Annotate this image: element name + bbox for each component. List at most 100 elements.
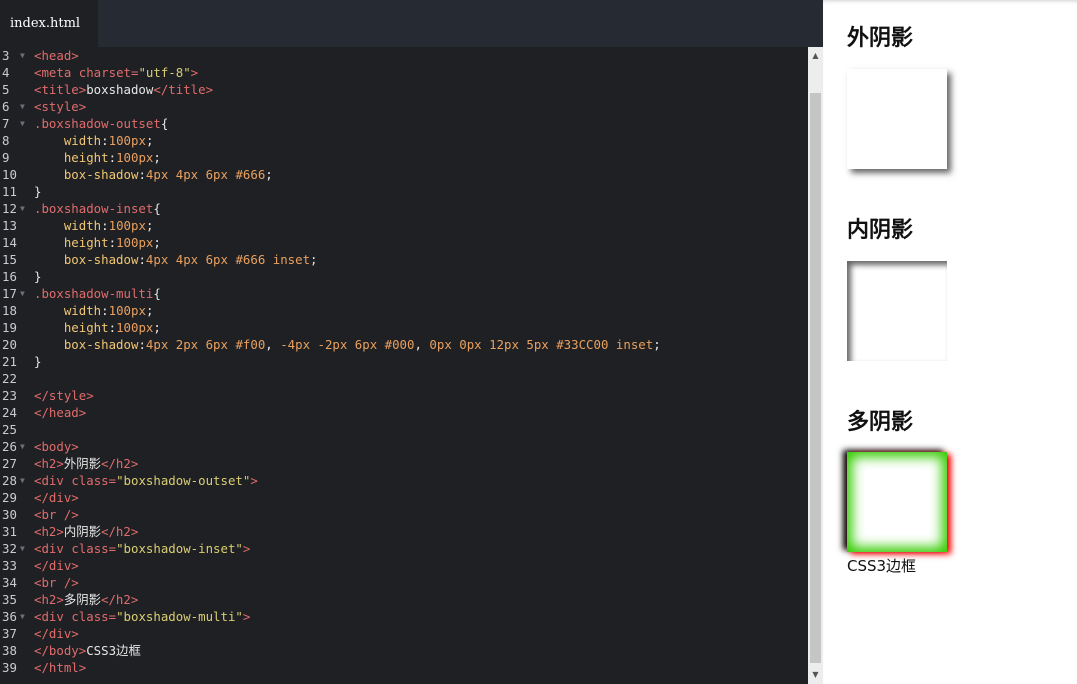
- code-line[interactable]: <h2>外阴影</h2>: [34, 455, 808, 472]
- code-area[interactable]: 3 ▼ 4 5 6 ▼ 7 ▼ 8 9 10 11 12 ▼ 13 14 15 16 17 ▼ 18 19 20 21 22 23…: [0, 47, 808, 684]
- code-line[interactable]: </div>: [34, 625, 808, 642]
- line-number-text: 35: [2, 592, 17, 607]
- code-line[interactable]: </body>CSS3边框: [34, 642, 808, 659]
- tab-index-html[interactable]: index.html: [0, 0, 98, 47]
- scrollbar-thumb[interactable]: [810, 93, 821, 663]
- line-number-text: 16: [2, 269, 17, 284]
- code-token: "boxshadow-multi": [116, 609, 243, 624]
- code-line[interactable]: [34, 421, 808, 438]
- fold-arrow-icon[interactable]: ▼: [20, 200, 25, 217]
- code-token: {: [160, 116, 169, 131]
- outset-shadow-box: [847, 69, 947, 169]
- line-number-text: 36: [2, 609, 17, 624]
- code-line[interactable]: .boxshadow-inset{: [34, 200, 808, 217]
- line-number: 5: [0, 81, 30, 98]
- code-line[interactable]: box-shadow:4px 4px 6px #666 inset;: [34, 251, 808, 268]
- code-token: </h2>: [101, 524, 139, 539]
- scroll-down-arrow-icon[interactable]: ▼: [808, 666, 823, 684]
- code-line[interactable]: </div>: [34, 489, 808, 506]
- line-number: 7 ▼: [0, 115, 30, 132]
- code-line[interactable]: <style>: [34, 98, 808, 115]
- fold-arrow-icon[interactable]: ▼: [20, 285, 25, 302]
- code-line[interactable]: width:100px;: [34, 217, 808, 234]
- code-line[interactable]: height:100px;: [34, 149, 808, 166]
- line-number: 38: [0, 642, 30, 659]
- line-number: 15: [0, 251, 30, 268]
- code-line[interactable]: </head>: [34, 404, 808, 421]
- line-number: 29: [0, 489, 30, 506]
- code-line[interactable]: <h2>多阴影</h2>: [34, 591, 808, 608]
- code-line[interactable]: [34, 370, 808, 387]
- code-line[interactable]: <div class="boxshadow-multi">: [34, 608, 808, 625]
- fold-arrow-icon[interactable]: ▼: [20, 472, 25, 489]
- code-line[interactable]: <div class="boxshadow-outset">: [34, 472, 808, 489]
- fold-arrow-icon[interactable]: ▼: [20, 608, 25, 625]
- code-line[interactable]: </html>: [34, 659, 808, 676]
- code-token: </h2>: [101, 592, 139, 607]
- fold-arrow-icon[interactable]: ▼: [20, 540, 25, 557]
- code-token: CSS3边框: [86, 643, 141, 658]
- fold-arrow-icon[interactable]: ▼: [20, 115, 25, 132]
- code-line[interactable]: </div>: [34, 557, 808, 574]
- code-content[interactable]: <head> <meta charset="utf-8"> <title>boxsh…: [34, 47, 808, 684]
- code-line[interactable]: }: [34, 353, 808, 370]
- code-line[interactable]: }: [34, 183, 808, 200]
- code-token: }: [34, 354, 42, 369]
- code-line[interactable]: height:100px;: [34, 234, 808, 251]
- line-number-text: 26: [2, 439, 17, 454]
- code-token: >: [242, 541, 251, 556]
- code-token: 100px: [108, 218, 146, 233]
- code-token: ;: [310, 252, 318, 267]
- line-number: 12 ▼: [0, 200, 30, 217]
- fold-arrow-icon[interactable]: ▼: [20, 98, 25, 115]
- vertical-scrollbar[interactable]: ▲ ▼: [808, 47, 823, 684]
- code-editor[interactable]: index.html 3 ▼ 4 5 6 ▼ 7 ▼ 8 9 10 11 12 ▼ 13 14 15 16 17 ▼ 1…: [0, 0, 823, 684]
- code-line[interactable]: <h2>内阴影</h2>: [34, 523, 808, 540]
- code-token: :: [138, 337, 146, 352]
- code-token: class=: [71, 473, 117, 488]
- code-line[interactable]: </style>: [34, 387, 808, 404]
- code-token: <h2>: [34, 592, 64, 607]
- code-token: </html>: [34, 660, 87, 675]
- fold-arrow-icon[interactable]: ▼: [20, 47, 25, 64]
- line-number: 4: [0, 64, 30, 81]
- code-token: >: [242, 609, 251, 624]
- code-line[interactable]: <meta charset="utf-8">: [34, 64, 808, 81]
- code-token: class=: [71, 609, 117, 624]
- code-line[interactable]: <br />: [34, 506, 808, 523]
- line-number-text: 24: [2, 405, 17, 420]
- line-number-text: 5: [2, 82, 10, 97]
- code-token: 4px 4px 6px #666 inset: [145, 252, 311, 267]
- code-token: <br />: [34, 575, 79, 590]
- code-line[interactable]: .boxshadow-multi{: [34, 285, 808, 302]
- line-number: 39: [0, 659, 30, 676]
- line-number-text: 15: [2, 252, 17, 267]
- line-number-text: 32: [2, 541, 17, 556]
- line-number: 18: [0, 302, 30, 319]
- code-line[interactable]: .boxshadow-outset{: [34, 115, 808, 132]
- code-line[interactable]: box-shadow:4px 4px 6px #666;: [34, 166, 808, 183]
- code-token: width: [63, 303, 102, 318]
- code-token: {: [153, 201, 161, 216]
- code-line[interactable]: <head>: [34, 47, 808, 64]
- code-line[interactable]: height:100px;: [34, 319, 808, 336]
- code-line[interactable]: <div class="boxshadow-inset">: [34, 540, 808, 557]
- code-line[interactable]: <br />: [34, 574, 808, 591]
- code-token: }: [34, 269, 42, 284]
- scroll-up-arrow-icon[interactable]: ▲: [808, 47, 823, 65]
- line-number: 31: [0, 523, 30, 540]
- line-number: 27: [0, 455, 30, 472]
- line-number: 6 ▼: [0, 98, 30, 115]
- fold-arrow-icon[interactable]: ▼: [20, 438, 25, 455]
- code-line[interactable]: <title>boxshadow</title>: [34, 81, 808, 98]
- code-line[interactable]: width:100px;: [34, 132, 808, 149]
- code-line[interactable]: }: [34, 268, 808, 285]
- line-number-gutter: 3 ▼ 4 5 6 ▼ 7 ▼ 8 9 10 11 12 ▼ 13 14 15 16 17 ▼ 18 19 20 21 22 23…: [0, 47, 30, 684]
- code-line[interactable]: width:100px;: [34, 302, 808, 319]
- code-line[interactable]: box-shadow:4px 2px 6px #f00, -4px -2px 6…: [34, 336, 808, 353]
- code-token: </head>: [34, 405, 87, 420]
- code-line[interactable]: <body>: [34, 438, 808, 455]
- code-token: :: [138, 167, 146, 182]
